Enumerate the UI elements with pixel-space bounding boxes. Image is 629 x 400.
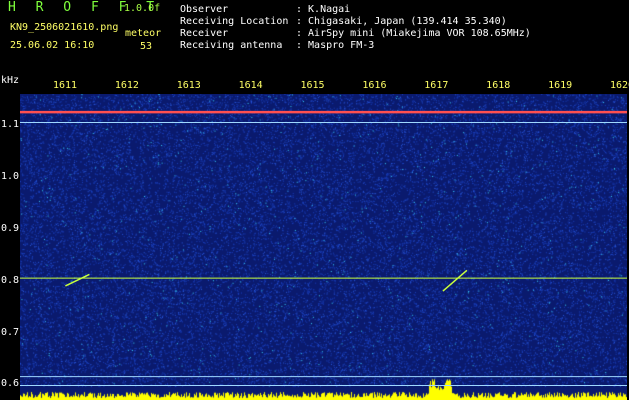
x-tick-label: 1618 bbox=[486, 80, 511, 91]
x-tick-label: 1619 bbox=[548, 80, 573, 91]
y-tick-label: 1.1 bbox=[1, 119, 20, 131]
info-value-observer: : K.Nagai bbox=[296, 4, 351, 15]
info-label-observer: Observer bbox=[180, 4, 229, 15]
x-tick-label: 1617 bbox=[424, 80, 449, 91]
x-tick-label: 1620 bbox=[609, 80, 629, 91]
y-tick-label: 0.6 bbox=[1, 378, 20, 390]
info-label-antenna: Receiving antenna bbox=[180, 40, 283, 51]
y-tick-label: 1.0 bbox=[1, 170, 20, 182]
x-tick-label: 1615 bbox=[300, 80, 325, 91]
y-tick-label: 0.7 bbox=[1, 326, 20, 338]
filename-label: KN9_2506021610.png bbox=[10, 22, 119, 33]
mode-label: meteor bbox=[125, 28, 162, 39]
x-tick-label: 1612 bbox=[114, 80, 139, 91]
spectrogram bbox=[20, 94, 627, 400]
x-tick-label: 1614 bbox=[238, 80, 263, 91]
info-value-receiver: : AirSpy mini (Miakejima VOR 108.65MHz) bbox=[296, 28, 531, 39]
info-value-antenna: : Maspro FM-3 bbox=[296, 40, 375, 51]
x-tick-label: 1611 bbox=[52, 80, 78, 91]
x-tick-label: 1613 bbox=[176, 80, 201, 91]
spectrogram-overlay bbox=[20, 110, 627, 386]
datetime-label: 25.06.02 16:10 bbox=[10, 40, 95, 51]
info-label-location: Receiving Location bbox=[180, 16, 289, 27]
info-label-receiver: Receiver bbox=[180, 28, 229, 39]
version-label: 1.0.0f bbox=[124, 3, 161, 14]
meteor-echo bbox=[442, 269, 468, 292]
y-axis-label: kHz bbox=[1, 75, 20, 86]
count-label: 53 bbox=[140, 41, 153, 52]
y-tick-label: 0.9 bbox=[1, 222, 20, 234]
meteor-echo bbox=[65, 273, 90, 287]
y-tick-label: 0.8 bbox=[1, 274, 20, 286]
x-tick-label: 1616 bbox=[362, 80, 387, 91]
hrofft-window: H R O F F T 1.0.0f KN9_2506021610.png me… bbox=[0, 0, 629, 400]
info-value-location: : Chigasaki, Japan (139.414 35.340) bbox=[296, 16, 507, 27]
